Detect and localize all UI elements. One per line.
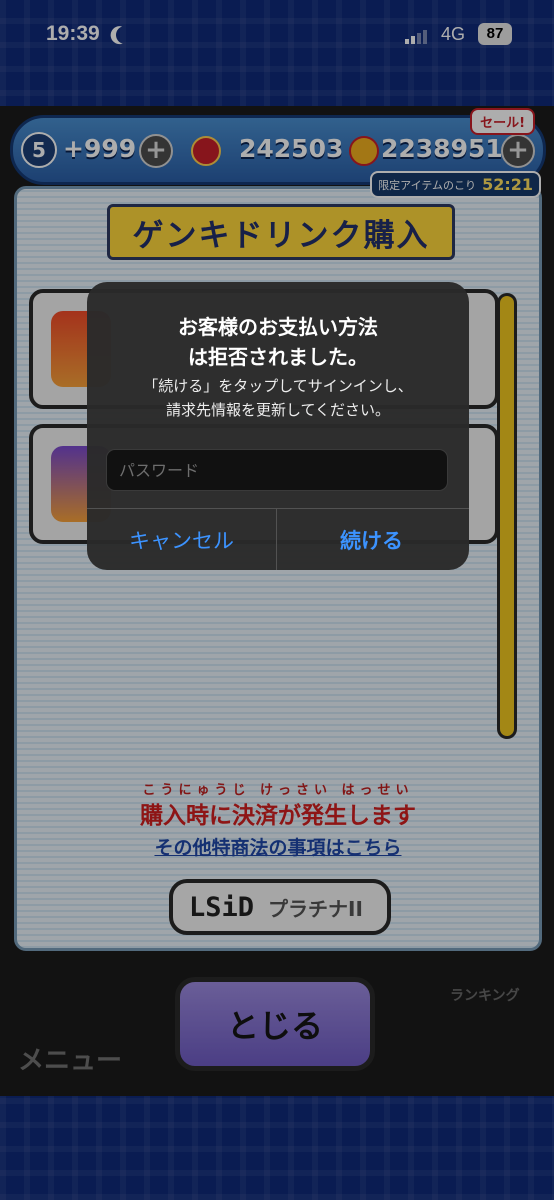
lsid-platinum-button[interactable]: LSiD プラチナII (169, 879, 391, 935)
close-button[interactable]: とじる (175, 977, 375, 1071)
sale-badge[interactable]: セール! (470, 108, 535, 135)
battery-indicator: 87 (478, 23, 512, 45)
ranking-label[interactable]: ランキング (450, 985, 520, 1005)
game-screen: ゲンキドリンク購入 こうにゅうじ けっさい はっせい 購入時に決済が発生します … (0, 106, 554, 1096)
yen-value: 242503 (239, 134, 344, 163)
moon-icon (113, 23, 136, 46)
limited-time: 52:21 (482, 175, 533, 194)
platinum-label: プラチナII (268, 896, 363, 921)
scroll-thumb[interactable] (500, 296, 514, 736)
panel-title: ゲンキドリンク購入 (132, 217, 430, 254)
status-time: 19:39 (46, 22, 100, 45)
alert-title-line2: は拒否されました。 (188, 345, 368, 369)
stamina-icon: 5 (21, 132, 57, 168)
payment-warning: 購入時に決済が発生します (140, 803, 416, 829)
gold-coin-icon (349, 136, 379, 166)
law-link[interactable]: その他特商法の事項はこちら (17, 833, 539, 860)
signal-icon (405, 28, 429, 44)
alert-title: お客様のお支払い方法 は拒否されました。 (87, 312, 469, 372)
currency-bar: 5 +999 + 242503 2238951 + セール! 限定アイテムのこり… (10, 108, 546, 198)
network-label: 4G (441, 24, 466, 44)
plus-icon[interactable]: + (139, 134, 173, 168)
panel-title-banner: ゲンキドリンク購入 (107, 204, 455, 260)
limited-item-timer[interactable]: 限定アイテムのこり 52:21 (370, 171, 541, 198)
payment-declined-alert: お客様のお支払い方法 は拒否されました。 「続ける」をタップしてサインインし、 … (87, 282, 469, 570)
lsid-logo: LSiD (189, 891, 255, 923)
alert-message-line2: 請求先情報を更新してください。 (165, 401, 391, 419)
stamina-value: +999 (63, 134, 137, 163)
alert-title-line1: お客様のお支払い方法 (178, 315, 378, 339)
plus-icon[interactable]: + (501, 134, 535, 168)
yen-coin-icon (191, 136, 221, 166)
limited-label: 限定アイテムのこり (378, 178, 477, 192)
alert-message: 「続ける」をタップしてサインインし、 請求先情報を更新してください。 (87, 374, 469, 422)
list-scrollbar[interactable] (497, 293, 517, 739)
premium-value: 2238951 (381, 134, 503, 163)
status-bar: 19:39 4G 87 (0, 0, 554, 70)
cancel-button[interactable]: キャンセル (87, 509, 276, 570)
menu-label[interactable]: メニュー (18, 1040, 122, 1077)
continue-button[interactable]: 続ける (277, 509, 466, 570)
password-field[interactable] (106, 449, 448, 491)
alert-message-line1: 「続ける」をタップしてサインインし、 (143, 377, 413, 395)
